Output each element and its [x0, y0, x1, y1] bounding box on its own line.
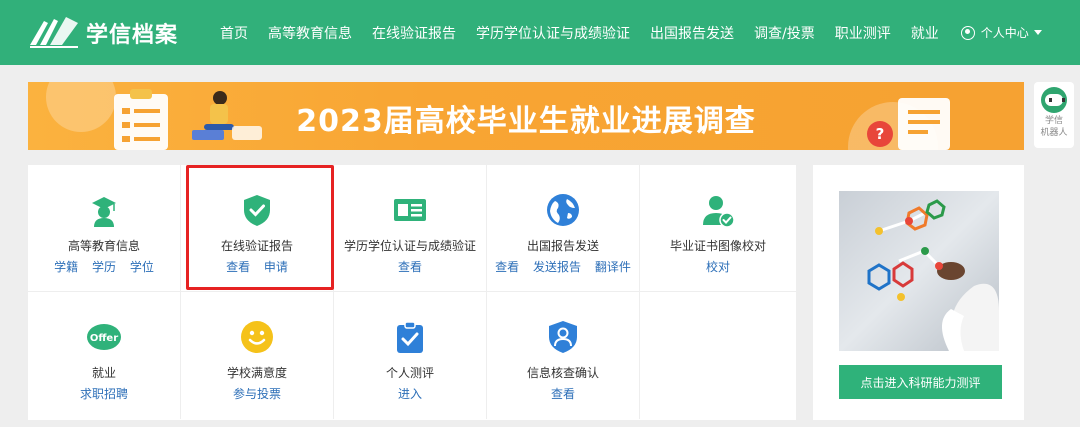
svg-text:?: ?: [876, 125, 885, 143]
link-view-info[interactable]: 查看: [551, 387, 575, 401]
banner-illustration-right: ?: [867, 98, 950, 150]
main-nav: 首页 高等教育信息 在线验证报告 学历学位认证与成绩验证 出国报告发送 调查/投…: [220, 0, 1042, 65]
nav-employment[interactable]: 就业: [911, 23, 939, 43]
user-check-icon: [703, 196, 735, 227]
user-shield-icon: [549, 321, 577, 353]
link-education[interactable]: 学历: [92, 260, 116, 274]
service-links: 校对: [640, 258, 796, 275]
link-view-report[interactable]: 查看: [226, 260, 250, 274]
chevron-down-icon: [1033, 30, 1042, 35]
user-center-label: 个人中心: [980, 26, 1029, 40]
service-links: 查看: [334, 258, 486, 275]
top-header: 学信档案 首页 高等教育信息 在线验证报告 学历学位认证与成绩验证 出国报告发送…: [0, 0, 1080, 65]
user-center-menu[interactable]: 个人中心: [960, 24, 1042, 41]
service-higher-education: 高等教育信息 学籍 学历 学位: [28, 165, 181, 292]
survey-banner[interactable]: 2023届高校毕业生就业进展调查 ?: [28, 82, 1024, 150]
shield-check-icon: [244, 195, 270, 226]
service-personal-assessment: 个人测评 进入: [334, 292, 487, 419]
logo-book-icon: [30, 17, 78, 48]
service-title: 出国报告发送: [526, 239, 599, 253]
nav-home[interactable]: 首页: [220, 23, 248, 43]
molecule-illustration: [867, 199, 999, 351]
service-links: 查看 申请: [181, 258, 333, 275]
link-degree[interactable]: 学位: [130, 260, 154, 274]
nav-online-report[interactable]: 在线验证报告: [372, 23, 456, 43]
logo-text: 学信档案: [86, 23, 179, 48]
globe-icon: [547, 194, 579, 226]
robot-label-line2: 机器人: [1040, 128, 1068, 138]
service-links: 进入: [334, 385, 486, 402]
service-links: 参与投票: [181, 385, 333, 402]
link-send-report[interactable]: 发送报告: [533, 260, 581, 274]
user-icon: [960, 25, 975, 40]
research-panel: 点击进入科研能力测评: [813, 165, 1024, 420]
smiley-icon: [241, 321, 273, 353]
service-title: 个人测评: [385, 366, 434, 380]
id-card-icon: [394, 199, 426, 221]
service-school-satisfaction: 学校满意度 参与投票: [181, 292, 334, 419]
service-degree-verification: 学历学位认证与成绩验证 查看: [334, 165, 487, 292]
service-title: 在线验证报告: [220, 239, 293, 253]
service-title: 学校满意度: [226, 366, 287, 380]
service-employment: Offer 就业 求职招聘: [28, 292, 181, 419]
nav-abroad-report[interactable]: 出国报告发送: [650, 23, 734, 43]
service-info-confirmation: 信息核查确认 查看: [487, 292, 640, 419]
nav-survey-vote[interactable]: 调查/投票: [754, 23, 815, 43]
service-title: 信息核查确认: [526, 366, 599, 380]
nav-career-assessment[interactable]: 职业测评: [835, 23, 891, 43]
research-assessment-button[interactable]: 点击进入科研能力测评: [839, 365, 1002, 399]
offer-badge-text: Offer: [90, 333, 118, 344]
service-links: 求职招聘: [28, 385, 180, 402]
nav-degree-verification[interactable]: 学历学位认证与成绩验证: [476, 23, 630, 43]
link-student-status[interactable]: 学籍: [54, 260, 78, 274]
service-grid: 高等教育信息 学籍 学历 学位 在线验证报告 查看 申请 学历学位认证与成绩验证…: [28, 165, 796, 420]
service-online-report: 在线验证报告 查看 申请: [181, 165, 334, 292]
site-logo[interactable]: 学信档案: [28, 13, 178, 53]
service-certificate-check: 毕业证书图像校对 校对: [640, 165, 796, 292]
service-abroad-report: 出国报告发送 查看 发送报告 翻译件: [487, 165, 640, 292]
robot-assistant-widget[interactable]: 学信 机器人: [1034, 82, 1074, 148]
robot-avatar-icon: [1041, 87, 1067, 113]
service-title: 就业: [91, 366, 116, 380]
link-translation[interactable]: 翻译件: [595, 260, 631, 274]
service-title: 毕业证书图像校对: [669, 239, 766, 253]
link-apply-report[interactable]: 申请: [264, 260, 288, 274]
service-links: 学籍 学历 学位: [28, 258, 180, 275]
link-view-abroad[interactable]: 查看: [495, 260, 519, 274]
link-job-search[interactable]: 求职招聘: [80, 387, 128, 401]
graduate-icon: [92, 197, 116, 227]
link-view-verification[interactable]: 查看: [398, 260, 422, 274]
service-title: 高等教育信息: [67, 239, 140, 253]
link-enter-assessment[interactable]: 进入: [398, 387, 422, 401]
link-proofread[interactable]: 校对: [706, 260, 730, 274]
clipboard-check-icon: [397, 321, 423, 353]
service-title: 学历学位认证与成绩验证: [343, 239, 476, 253]
link-vote[interactable]: 参与投票: [233, 387, 281, 401]
offer-icon: Offer: [87, 324, 121, 350]
service-links: 查看: [487, 385, 639, 402]
research-image[interactable]: [839, 191, 999, 351]
service-links: 查看 发送报告 翻译件: [487, 258, 639, 275]
robot-label-line1: 学信: [1044, 116, 1063, 126]
nav-higher-education[interactable]: 高等教育信息: [268, 23, 352, 43]
